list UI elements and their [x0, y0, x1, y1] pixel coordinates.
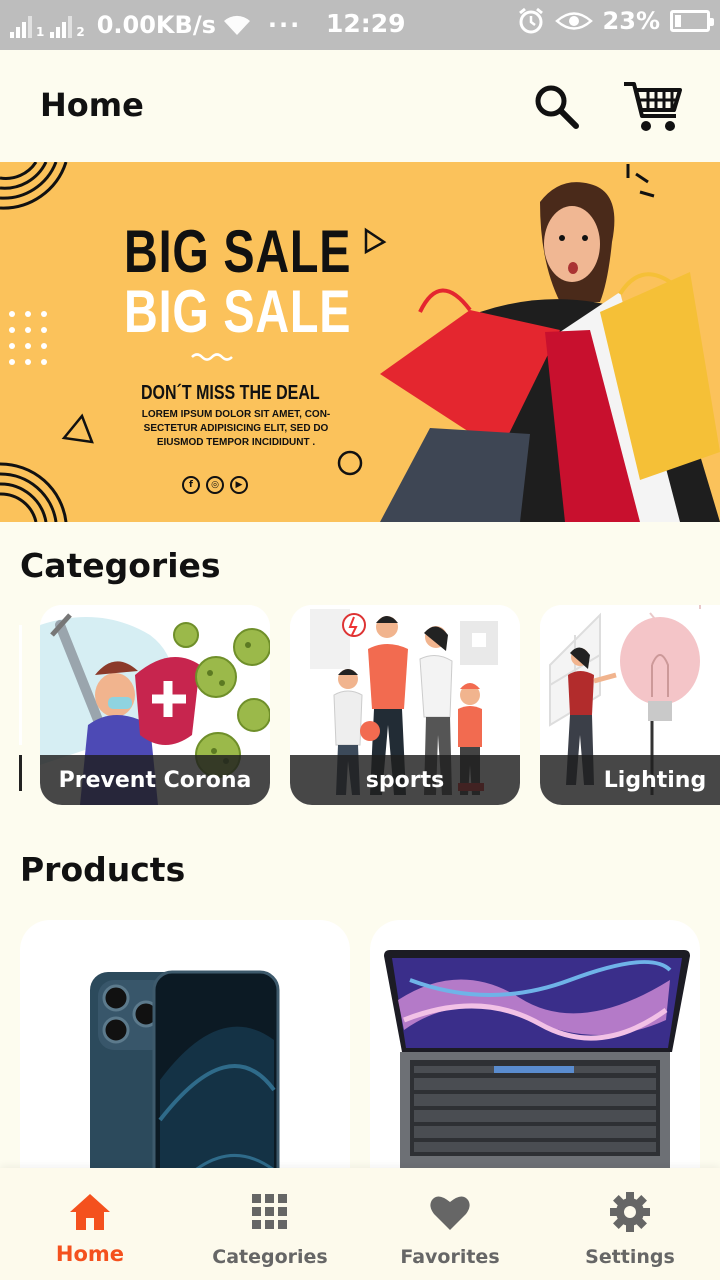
- banner-headline-1: BIG SALE: [124, 218, 352, 285]
- alarm-icon: [518, 7, 543, 34]
- clock: 12:29: [326, 9, 406, 38]
- bottom-navigation: Home Categories Favorites Settings: [0, 1168, 720, 1280]
- category-label: Prevent Corona: [40, 755, 270, 805]
- category-card-partial: [19, 625, 22, 791]
- signal-icon: [10, 12, 32, 38]
- banner-tagline: DON´T MISS THE DEAL: [141, 382, 320, 404]
- category-label: Lighting: [540, 755, 720, 805]
- category-card[interactable]: Prevent Corona: [40, 605, 270, 805]
- grid-icon: [252, 1194, 287, 1229]
- more-notifications: ···: [267, 11, 302, 39]
- home-icon: [70, 1194, 110, 1230]
- social-icons: f ◎ ▶: [182, 476, 248, 494]
- promo-banner[interactable]: BIG SALE BIG SALE DON´T MISS THE DEAL LO…: [0, 162, 720, 522]
- app-bar: Home: [0, 50, 720, 162]
- nav-home[interactable]: Home: [0, 1168, 180, 1280]
- eye-icon: [554, 12, 593, 30]
- wave-divider: [191, 353, 233, 361]
- battery-percent: 23%: [602, 7, 660, 35]
- category-label: sports: [290, 755, 520, 805]
- cart-icon[interactable]: [622, 78, 684, 134]
- products-title: Products: [20, 850, 186, 889]
- nav-favorites[interactable]: Favorites: [360, 1168, 540, 1280]
- category-card[interactable]: sports: [290, 605, 520, 805]
- heart-icon: [430, 1196, 470, 1230]
- banner-headline-2: BIG SALE: [124, 278, 352, 345]
- nav-categories[interactable]: Categories: [180, 1168, 360, 1280]
- categories-title: Categories: [20, 546, 221, 585]
- banner-body-text: LOREM IPSUM DOLOR SIT AMET, CON-SECTETUR…: [141, 409, 331, 448]
- wifi-icon: [223, 15, 250, 35]
- nav-label: Home: [55, 1242, 125, 1266]
- nav-label: Settings: [585, 1246, 675, 1268]
- youtube-icon: ▶: [230, 476, 248, 494]
- facebook-icon: f: [182, 476, 200, 494]
- category-card[interactable]: Lighting: [540, 605, 720, 805]
- gear-icon: [610, 1192, 650, 1232]
- banner-decoration: [0, 162, 720, 522]
- status-bar: 1 2 0.00KB/s ··· 12:29 23%: [0, 0, 720, 50]
- status-left: 1 2 0.00KB/s ···: [10, 11, 301, 39]
- nav-label: Categories: [212, 1246, 328, 1268]
- signal-icon: [50, 12, 73, 38]
- nav-settings[interactable]: Settings: [540, 1168, 720, 1280]
- status-right: 23%: [517, 7, 714, 35]
- nav-label: Favorites: [400, 1246, 500, 1268]
- search-icon[interactable]: [530, 80, 582, 132]
- network-speed: 0.00KB/s: [96, 11, 216, 39]
- battery-icon: [670, 10, 714, 32]
- instagram-icon: ◎: [206, 476, 224, 494]
- sim1-label: 1: [36, 25, 45, 39]
- sim2-label: 2: [76, 25, 85, 39]
- categories-list[interactable]: Prevent Corona sports Lighting: [0, 605, 720, 807]
- page-title: Home: [40, 86, 144, 124]
